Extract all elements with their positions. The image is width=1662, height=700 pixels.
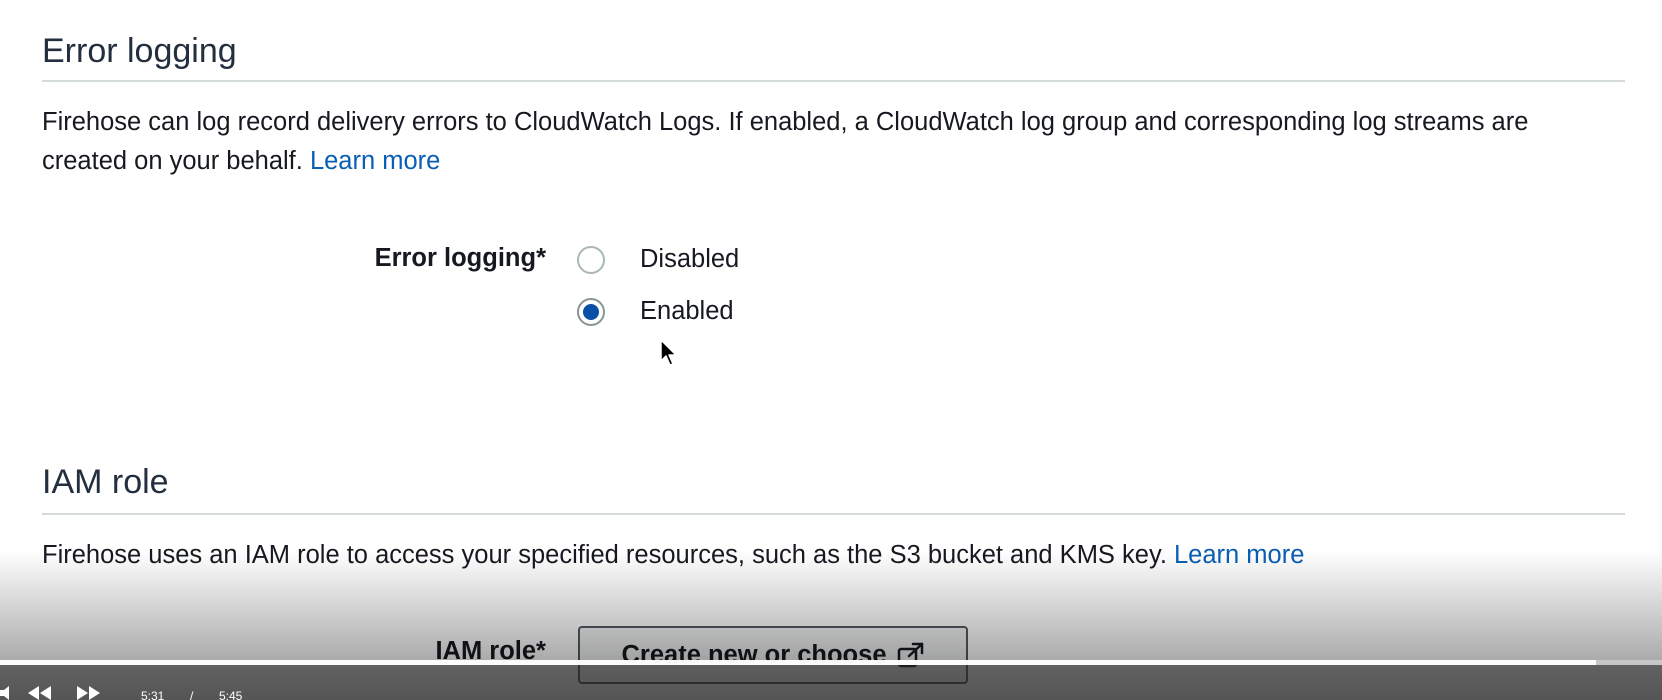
error-logging-option-disabled[interactable]: Disabled	[577, 243, 739, 277]
video-duration: 5:45	[219, 689, 243, 700]
iam-role-description-text: Firehose uses an IAM role to access your…	[42, 541, 1167, 569]
rewind-icon[interactable]	[28, 686, 52, 700]
error-logging-field-label: Error logging*	[374, 244, 546, 272]
radio-label-disabled: Disabled	[640, 245, 740, 274]
iam-role-description: Firehose uses an IAM role to access your…	[42, 536, 1612, 575]
mouse-pointer-icon	[660, 339, 677, 366]
radio-button-enabled[interactable]	[577, 298, 605, 326]
radio-button-disabled[interactable]	[577, 246, 605, 274]
error-logging-option-enabled[interactable]: Enabled	[577, 295, 734, 329]
current-time: 5:31	[141, 689, 165, 700]
error-logging-description-text: Firehose can log record delivery errors …	[42, 108, 1529, 175]
error-logging-learn-more-link[interactable]: Learn more	[310, 147, 440, 175]
error-logging-section-title: Error logging	[42, 32, 237, 70]
section-divider	[42, 80, 1625, 82]
video-controls-bar	[0, 665, 1662, 700]
kinesis-firehose-config-page: Error logging Firehose can log record de…	[0, 0, 1662, 700]
section-divider	[42, 513, 1625, 515]
fast-forward-icon[interactable]	[76, 686, 100, 700]
radio-label-enabled: Enabled	[640, 297, 734, 326]
iam-role-learn-more-link[interactable]: Learn more	[1174, 541, 1304, 569]
iam-role-section-title: IAM role	[42, 463, 169, 501]
time-separator: /	[190, 689, 194, 700]
error-logging-description: Firehose can log record delivery errors …	[42, 103, 1612, 181]
volume-icon[interactable]	[0, 686, 14, 700]
